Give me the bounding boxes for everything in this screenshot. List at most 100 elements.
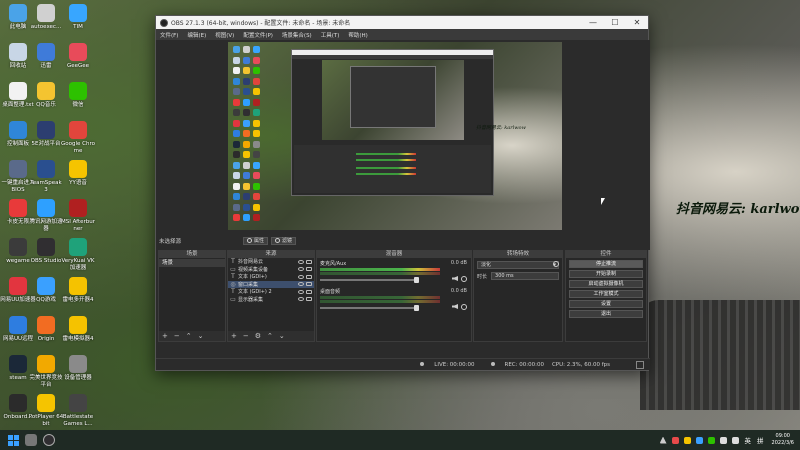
scene-item[interactable]: 场景	[159, 259, 225, 267]
maximize-button[interactable]: ☐	[604, 16, 626, 29]
taskbar-app-icon[interactable]	[25, 434, 37, 446]
preview-desktop-icon	[233, 88, 240, 95]
clock[interactable]: 09:00 2022/3/6	[772, 433, 794, 447]
desktop-icon[interactable]: 5E对战平台	[28, 121, 64, 148]
chevron-up-icon[interactable]	[659, 436, 667, 444]
source-item[interactable]: ◎ 窗口采集	[228, 280, 314, 288]
menu-view[interactable]: 视图(V)	[215, 31, 234, 39]
minimize-button[interactable]: —	[582, 16, 604, 29]
volume-slider[interactable]	[320, 277, 419, 283]
eye-icon[interactable]	[298, 274, 304, 279]
add-transition-icon[interactable]	[553, 261, 559, 267]
desktop-icon[interactable]: Origin	[28, 316, 64, 343]
menu-tools[interactable]: 工具(T)	[321, 31, 340, 39]
add-scene-button[interactable]: +	[162, 332, 168, 340]
tray-app-icon[interactable]	[683, 436, 691, 444]
move-scene-up-button[interactable]: ⌃	[186, 332, 192, 340]
stop-streaming-button[interactable]: 停止推流	[569, 260, 643, 268]
app-icon	[69, 394, 87, 412]
eye-icon[interactable]	[298, 297, 304, 302]
remove-scene-button[interactable]: −	[174, 332, 180, 340]
transition-select[interactable]: 淡化 ▾	[477, 261, 559, 269]
speaker-icon[interactable]	[452, 304, 458, 309]
tray-app-icon[interactable]	[671, 436, 679, 444]
lock-icon[interactable]	[306, 289, 312, 294]
source-item[interactable]: T 抖音网易云	[228, 258, 314, 266]
start-recording-button[interactable]: 开始录制	[569, 270, 643, 278]
move-source-up-button[interactable]: ⌃	[267, 332, 273, 340]
menu-scene-collection[interactable]: 场景集合(S)	[282, 31, 312, 39]
desktop-icon[interactable]: 腾讯网游加速器	[28, 199, 64, 232]
wechat-tray-icon[interactable]	[707, 436, 715, 444]
source-item[interactable]: ▭ 显示器采集	[228, 296, 314, 304]
desktop-icon[interactable]: TeamSpeak 3	[28, 160, 64, 193]
desktop-icon[interactable]: 设备管理器	[60, 355, 96, 382]
desktop-icon[interactable]: 微信	[60, 82, 96, 109]
eye-icon[interactable]	[298, 267, 304, 272]
desktop-icon[interactable]: Battlestate Games L...	[60, 394, 96, 427]
microphone-icon[interactable]	[719, 436, 727, 444]
menu-help[interactable]: 帮助(H)	[348, 31, 367, 39]
preview-canvas[interactable]: 抖音网易云: karlwow	[228, 42, 562, 230]
desktop-icon[interactable]: 雷电多开器4	[60, 277, 96, 304]
close-button[interactable]: ✕	[626, 16, 648, 29]
obs-titlebar[interactable]: OBS 27.1.3 (64-bit, windows) - 配置文件: 未命名…	[156, 16, 648, 29]
desktop-icon[interactable]: YY语音	[60, 160, 96, 187]
obs-window[interactable]: OBS 27.1.3 (64-bit, windows) - 配置文件: 未命名…	[155, 15, 650, 371]
lock-icon[interactable]	[306, 282, 312, 287]
desktop-icon[interactable]: PotPlayer 64 bit	[28, 394, 64, 427]
gear-icon[interactable]	[461, 304, 467, 310]
eye-icon[interactable]	[298, 259, 304, 264]
settings-button[interactable]: 设置	[569, 300, 643, 308]
move-source-down-button[interactable]: ⌄	[279, 332, 285, 340]
desktop-icon[interactable]: QQ游戏	[28, 277, 64, 304]
desktop-icon[interactable]: QQ音乐	[28, 82, 64, 109]
desktop-icon[interactable]: VeryKuai VK加速器	[60, 238, 96, 271]
menu-profile[interactable]: 配置文件(P)	[243, 31, 273, 39]
desktop-icon[interactable]: 完美世界竞技平台	[28, 355, 64, 388]
gear-icon[interactable]	[461, 276, 467, 282]
desktop-icon[interactable]: TIM	[60, 4, 96, 31]
source-item[interactable]: T 文本 (GDI+)	[228, 273, 314, 281]
lock-icon[interactable]	[306, 274, 312, 279]
volume-slider[interactable]	[320, 305, 419, 311]
volume-slider-knob[interactable]	[414, 305, 419, 311]
obs-taskbar-icon[interactable]	[43, 434, 55, 446]
source-item[interactable]: ▭ 视频采集设备	[228, 266, 314, 274]
menu-file[interactable]: 文件(F)	[160, 31, 178, 39]
desktop-icon[interactable]: 雷电模拟器4	[60, 316, 96, 343]
desktop-icon-label: autoexec...	[30, 24, 62, 30]
menu-edit[interactable]: 编辑(E)	[187, 31, 206, 39]
studio-mode-button[interactable]: 工作室模式	[569, 290, 643, 298]
tray-app-icon[interactable]	[695, 436, 703, 444]
windows-start-icon[interactable]	[8, 434, 19, 446]
preview-desktop-icon	[243, 214, 250, 221]
desktop-icon[interactable]: OBS Studio	[28, 238, 64, 265]
eye-icon[interactable]	[298, 282, 304, 287]
network-icon[interactable]	[731, 436, 739, 444]
duration-input[interactable]: 300 ms	[491, 272, 559, 280]
input-language[interactable]: 英	[745, 435, 752, 445]
source-item[interactable]: T 文本 (GDI+) 2	[228, 288, 314, 296]
preview-desktop-icon	[233, 56, 240, 64]
desktop-icon[interactable]: 迅雷	[28, 43, 64, 70]
volume-slider-knob[interactable]	[414, 277, 419, 283]
exit-button[interactable]: 退出	[569, 310, 643, 318]
lock-icon[interactable]	[306, 259, 312, 264]
add-source-button[interactable]: +	[231, 332, 237, 340]
desktop-icon[interactable]: MSI Afterburner	[60, 199, 96, 232]
eye-icon[interactable]	[298, 289, 304, 294]
move-scene-down-button[interactable]: ⌄	[198, 332, 204, 340]
desktop-icon[interactable]: GeeGee	[60, 43, 96, 70]
remove-source-button[interactable]: −	[243, 332, 249, 340]
source-settings-button[interactable]: ⚙	[255, 332, 261, 340]
start-virtual-camera-button[interactable]: 启动虚拟摄像机	[569, 280, 643, 288]
filters-button[interactable]: 滤镜	[271, 237, 297, 245]
lock-icon[interactable]	[306, 297, 312, 302]
input-method[interactable]: 拼	[757, 435, 764, 445]
speaker-icon[interactable]	[452, 276, 458, 281]
desktop-icon[interactable]: Google Chrome	[60, 121, 96, 154]
properties-button[interactable]: 属性	[243, 237, 269, 245]
lock-icon[interactable]	[306, 267, 312, 272]
desktop-icon[interactable]: autoexec...	[28, 4, 64, 31]
